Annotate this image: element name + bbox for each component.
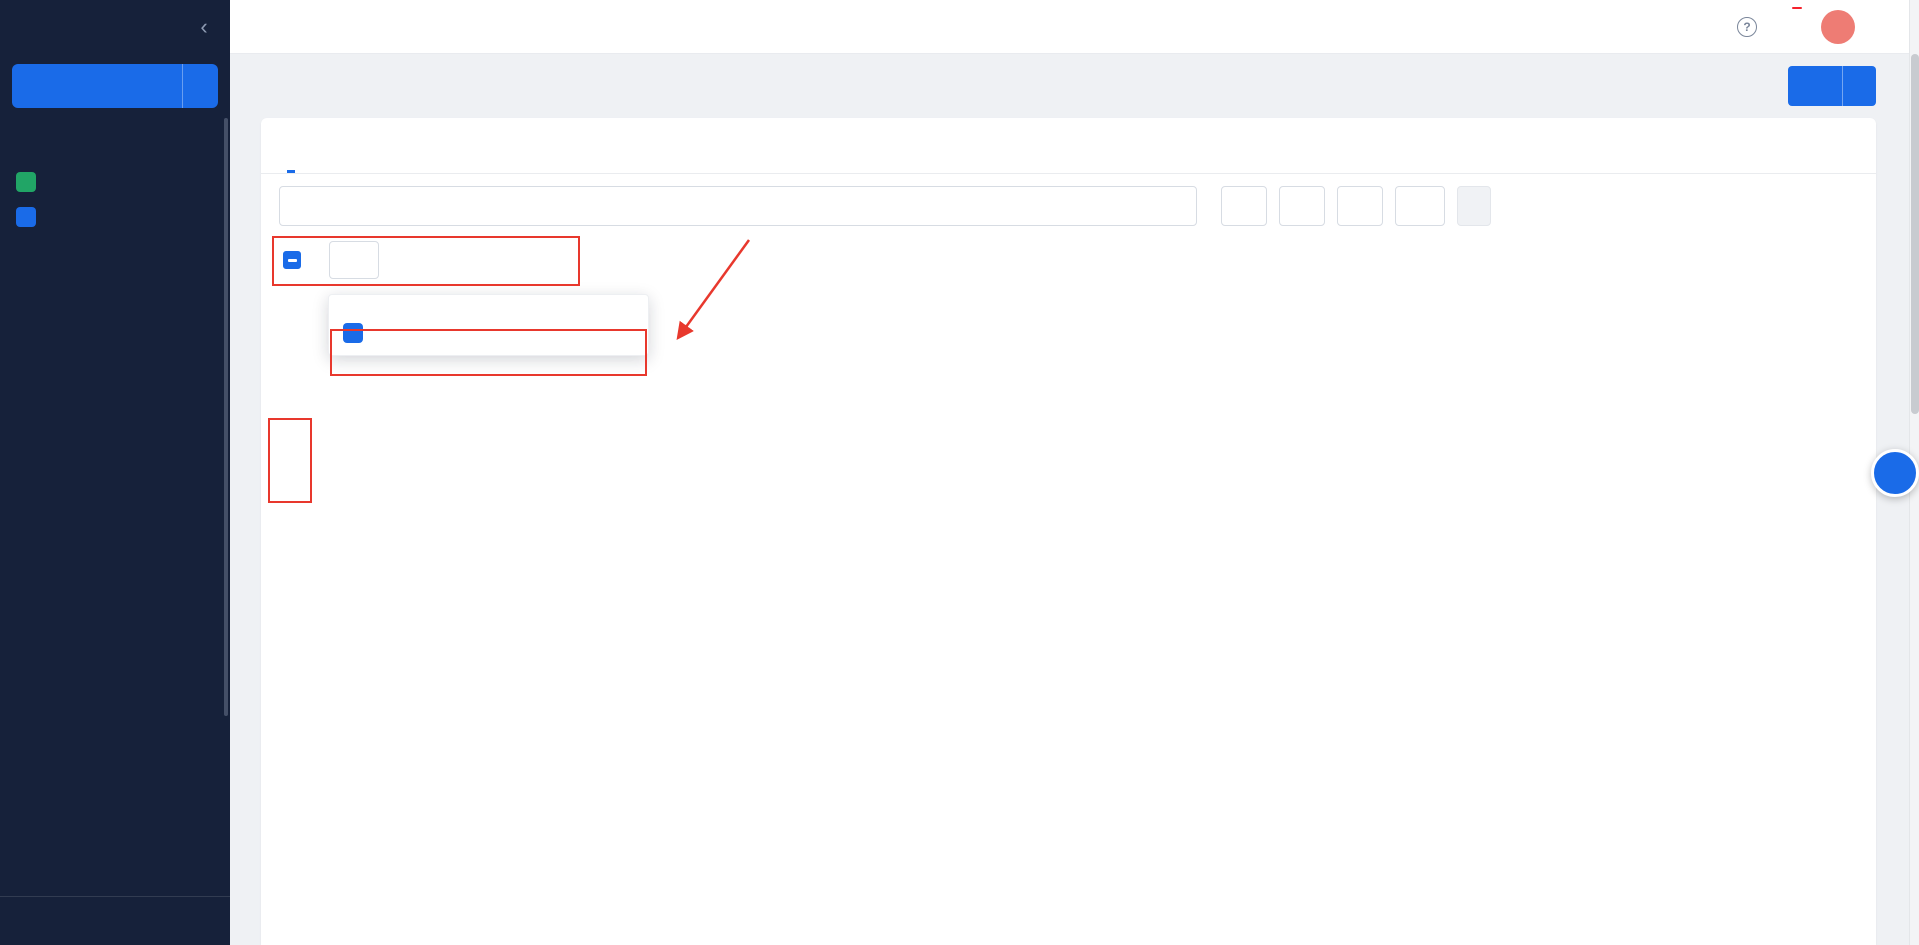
dropdown-item-sapo-accounting[interactable] [329, 311, 648, 355]
funnel-icon [1408, 198, 1424, 214]
page-actions [1688, 66, 1876, 106]
sales-channel-button[interactable] [12, 64, 218, 108]
export-file-button[interactable] [1688, 78, 1712, 94]
search-icon [292, 198, 308, 214]
sidebar-header: ‹ [0, 0, 230, 54]
table-search-input[interactable] [318, 198, 1184, 215]
user-menu-caret-icon[interactable] [1885, 21, 1897, 33]
filter-bar [279, 186, 1858, 226]
sapo-accounting-app-icon [343, 323, 363, 343]
import-icon [1738, 78, 1754, 94]
plus-icon [1804, 78, 1820, 94]
search-icon [258, 19, 274, 35]
selection-bar [279, 236, 1858, 284]
export-icon [1688, 78, 1704, 94]
filter-more[interactable] [1395, 186, 1445, 226]
grid-icon [26, 78, 42, 94]
create-return-main[interactable] [1804, 78, 1842, 94]
global-search [258, 18, 1697, 35]
tab-bar [261, 118, 1876, 174]
save-filter-button[interactable] [1457, 186, 1491, 226]
chevron-down-icon [352, 254, 364, 266]
einvoice-app-icon [16, 172, 36, 192]
topbar: ? [230, 0, 1919, 54]
sidebar-item-einvoice[interactable] [0, 164, 230, 199]
create-caret-button[interactable] [1842, 66, 1876, 106]
chevron-down-icon [195, 80, 207, 92]
bulk-action-dropdown [328, 294, 649, 356]
returns-card [261, 118, 1876, 945]
chevron-down-icon [1242, 200, 1254, 212]
gear-icon [16, 913, 32, 929]
avatar[interactable] [1821, 10, 1855, 44]
scrollbar-thumb[interactable] [1911, 54, 1919, 414]
accounting-section-header [0, 130, 230, 164]
dropdown-section-label [329, 295, 648, 311]
bulk-action-button[interactable] [329, 241, 379, 279]
bell-icon [1783, 14, 1803, 34]
sidebar: ‹ [0, 0, 230, 945]
notifications-button[interactable] [1783, 14, 1803, 39]
sidebar-footer [0, 896, 230, 945]
create-return-button[interactable] [1788, 66, 1876, 106]
question-icon: ? [1737, 17, 1757, 37]
chat-messenger-icon[interactable] [1697, 16, 1719, 38]
filter-product[interactable] [1337, 186, 1383, 226]
chevron-down-icon [1358, 200, 1370, 212]
collapse-sidebar-icon[interactable]: ‹ [192, 15, 216, 39]
help-button[interactable]: ? [1737, 17, 1765, 37]
tab-all[interactable] [287, 155, 295, 173]
sidebar-scrollbar[interactable] [224, 118, 228, 716]
select-all-checkbox[interactable] [283, 251, 301, 269]
sales-channel-caret-button[interactable] [182, 64, 218, 108]
import-file-button[interactable] [1738, 78, 1762, 94]
sidebar-item-sapo-tax[interactable] [0, 199, 230, 234]
assistant-floating-button[interactable] [1871, 449, 1919, 497]
sidebar-item-settings[interactable] [0, 897, 230, 945]
filter-supplier[interactable] [1279, 186, 1325, 226]
chevron-down-icon [1300, 200, 1312, 212]
sapo-tax-app-icon [16, 207, 36, 227]
global-search-input[interactable] [284, 18, 624, 35]
sales-channel-main[interactable] [26, 78, 182, 94]
main-content [230, 54, 1919, 945]
add-section-icon[interactable] [198, 139, 214, 155]
topbar-right: ? [1697, 10, 1897, 44]
notification-badge [1790, 5, 1804, 11]
table-search-box [279, 186, 1197, 226]
chevron-down-icon [1854, 80, 1866, 92]
robot-icon [1884, 462, 1906, 484]
page-header [230, 54, 1919, 118]
filter-date-created[interactable] [1221, 186, 1267, 226]
